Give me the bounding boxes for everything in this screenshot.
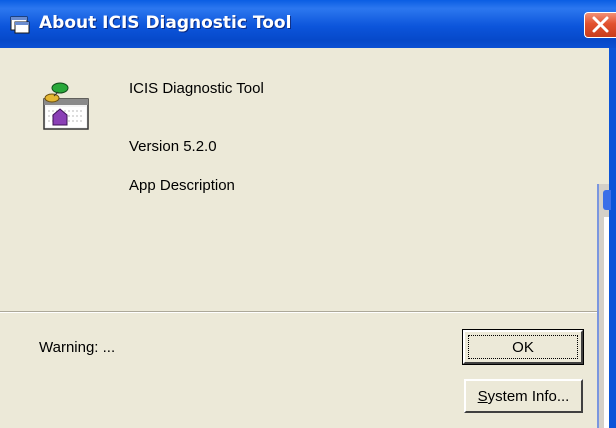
app-logo-icon [43,82,89,130]
close-x-icon [592,16,609,33]
title-bar[interactable]: About ICIS Diagnostic Tool [0,0,616,48]
system-info-button[interactable]: System Info... [464,379,583,413]
version-text: Version 5.2.0 [129,138,217,155]
window-border [609,48,616,428]
background-window-edge [597,184,611,428]
ok-button[interactable]: OK [462,329,584,365]
app-description: App Description [129,177,235,194]
system-info-button-label: System Info... [466,388,581,405]
background-window-title [603,190,611,210]
system-info-label-rest: ystem Info... [487,388,570,405]
warning-text: Warning: ... [39,339,116,356]
system-info-mnemonic: S [477,388,488,405]
ok-button-label: OK [512,339,534,356]
close-button[interactable] [584,12,616,38]
window-title: About ICIS Diagnostic Tool [39,13,292,33]
background-window-content [604,217,609,428]
product-name: ICIS Diagnostic Tool [129,80,264,97]
app-window-icon [10,16,30,34]
separator [0,311,609,313]
